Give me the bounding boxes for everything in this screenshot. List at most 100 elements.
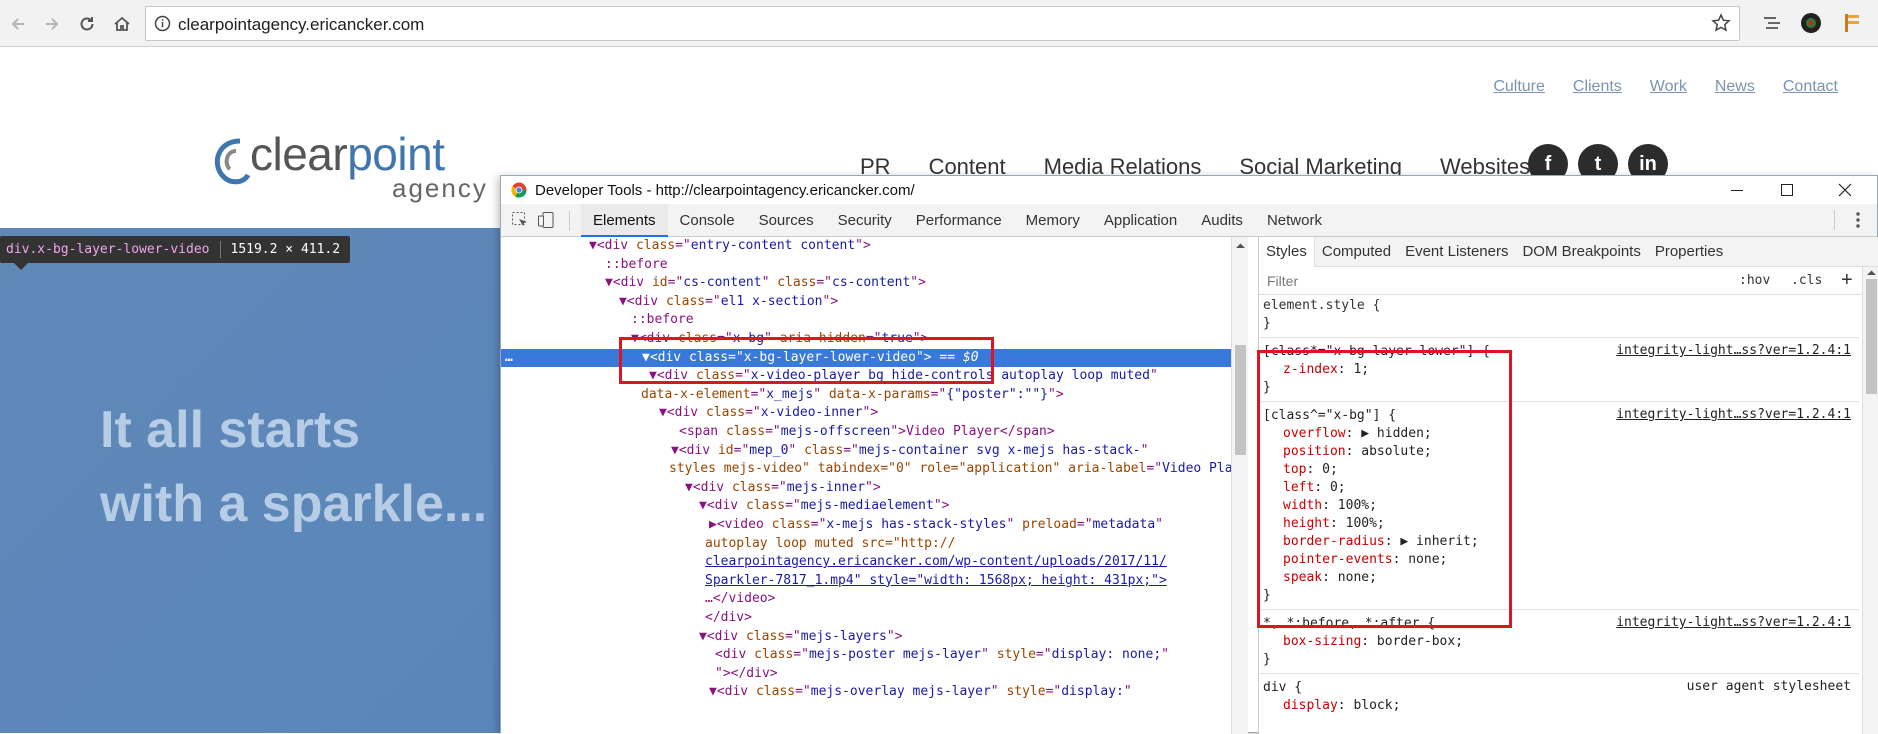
tab-sources[interactable]: Sources	[747, 204, 826, 237]
dom-line[interactable]: "></div>	[715, 665, 778, 683]
subtab-dom-breakpoints[interactable]: DOM Breakpoints	[1515, 237, 1647, 267]
device-toolbar-icon[interactable]	[537, 211, 555, 234]
hero-line-2: with a sparkle...	[100, 475, 488, 533]
dom-line[interactable]: ::before	[631, 311, 694, 329]
elements-dom-tree[interactable]: ▼<div class="x-bg-layer-lower-video"> ==…	[501, 237, 1231, 734]
dom-line[interactable]: ▼<div class="mejs-layers">	[699, 628, 903, 646]
tab-performance[interactable]: Performance	[904, 204, 1014, 237]
tab-audits[interactable]: Audits	[1189, 204, 1255, 237]
styles-scroll-thumb[interactable]	[1866, 279, 1877, 394]
dom-line[interactable]: ::before	[605, 256, 668, 274]
subtab-properties[interactable]: Properties	[1648, 237, 1730, 267]
tab-network[interactable]: Network	[1255, 204, 1334, 237]
close-icon[interactable]	[1835, 180, 1855, 200]
subtab-styles[interactable]: Styles	[1259, 237, 1315, 267]
dom-line[interactable]: <span class="mejs-offscreen">Video Playe…	[679, 423, 1055, 441]
arrow-right-icon	[46, 18, 59, 30]
forward-button[interactable]	[36, 8, 68, 40]
devtools-titlebar: Developer Tools - http://clearpointagenc…	[501, 176, 1877, 204]
nav-link-contact[interactable]: Contact	[1783, 78, 1838, 96]
nav-link-work[interactable]: Work	[1650, 78, 1687, 96]
css-property[interactable]: display: block;	[1283, 697, 1400, 715]
logo-swirl-icon	[215, 138, 251, 185]
rule-separator	[1259, 673, 1859, 674]
rule-separator	[1259, 337, 1859, 338]
scroll-up-icon	[1236, 243, 1245, 248]
dom-line[interactable]: <div class="mejs-poster mejs-layer" styl…	[715, 646, 1169, 664]
dom-line[interactable]: </div>	[705, 609, 752, 627]
styles-filter-input[interactable]: Filter	[1267, 273, 1298, 289]
elements-scrollbar[interactable]	[1231, 237, 1248, 734]
back-button[interactable]	[2, 8, 34, 40]
site-logo[interactable]: clearpoint agency	[208, 128, 488, 203]
dom-line[interactable]: autoplay loop muted src="http://	[705, 535, 955, 553]
extension-flag-icon[interactable]	[1838, 9, 1866, 37]
chrome-logo-icon	[511, 182, 527, 198]
maximize-icon[interactable]	[1777, 180, 1797, 200]
new-rule-button[interactable]: +	[1841, 269, 1853, 292]
nav-link-culture[interactable]: Culture	[1493, 78, 1545, 96]
tooltip-divider	[219, 241, 221, 258]
dom-line[interactable]: …</video>	[705, 590, 775, 608]
nav-link-news[interactable]: News	[1715, 78, 1755, 96]
subtab-computed[interactable]: Computed	[1315, 237, 1398, 267]
tooltip-arrow	[14, 263, 28, 270]
tab-memory[interactable]: Memory	[1014, 204, 1092, 237]
styles-scrollbar[interactable]	[1862, 267, 1878, 734]
dom-line[interactable]: clearpointagency.ericancker.com/wp-conte…	[705, 553, 1167, 571]
css-source-link[interactable]: integrity-light…ss?ver=1.2.4:1	[1616, 615, 1851, 630]
info-icon[interactable]	[154, 15, 171, 37]
user-agent-stylesheet-label: user agent stylesheet	[1686, 679, 1851, 694]
tooltip-selector: div.x-bg-layer-lower-video	[6, 242, 210, 257]
reading-list-icon[interactable]	[1758, 9, 1786, 37]
dom-line[interactable]: ▼<div class="mejs-inner">	[685, 479, 881, 497]
tab-elements[interactable]: Elements	[581, 204, 668, 237]
reload-button[interactable]	[71, 8, 103, 40]
address-bar[interactable]: clearpointagency.ericancker.com	[145, 6, 1740, 41]
devtools-toolbar: Elements Console Sources Security Perfor…	[501, 204, 1877, 237]
dom-line[interactable]: ▼<div id="mep_0" class="mejs-container s…	[671, 442, 1148, 460]
css-line: }	[1263, 652, 1271, 667]
extension-camera-icon[interactable]	[1797, 9, 1825, 37]
inspect-element-icon[interactable]	[511, 211, 529, 234]
node-actions-icon[interactable]: …	[505, 349, 513, 367]
dom-line[interactable]: ▼<div class="mejs-overlay mejs-layer" st…	[709, 683, 1132, 701]
bookmark-star-icon[interactable]	[1711, 13, 1731, 38]
dom-line[interactable]: ▶<video class="x-mejs has-stack-styles" …	[709, 516, 1163, 534]
nav-link-clients[interactable]: Clients	[1573, 78, 1622, 96]
css-source-link[interactable]: integrity-light…ss?ver=1.2.4:1	[1616, 343, 1851, 358]
highlight-dom-node-box	[619, 337, 994, 384]
dom-line[interactable]: ▼<div class="el1 x-section">	[619, 293, 838, 311]
tab-security[interactable]: Security	[826, 204, 904, 237]
dom-line[interactable]: ▼<div id="cs-content" class="cs-content"…	[605, 274, 926, 292]
element-style-selector[interactable]: element.style {	[1263, 297, 1380, 315]
dom-line[interactable]: ▼<div class="entry-content content">	[589, 237, 871, 255]
logo-subtitle: agency	[392, 173, 488, 203]
hov-toggle[interactable]: :hov	[1739, 273, 1770, 288]
css-line: }	[1263, 316, 1271, 331]
dom-line[interactable]: styles mejs-video" tabindex="0" role="ap…	[669, 460, 1231, 478]
dom-line[interactable]: Sparkler-7817_1.mp4" style="width: 1568p…	[705, 572, 1167, 590]
css-selector: div {	[1263, 680, 1303, 695]
css-property[interactable]: box-sizing: border-box;	[1283, 633, 1463, 651]
hero-heading: It all starts with a sparkle...	[100, 393, 487, 541]
cls-toggle[interactable]: .cls	[1791, 273, 1822, 288]
more-options-icon[interactable]	[1855, 211, 1861, 234]
element-inspect-tooltip: div.x-bg-layer-lower-video 1519.2 × 411.…	[0, 236, 351, 263]
css-source-link[interactable]: integrity-light…ss?ver=1.2.4:1	[1616, 407, 1851, 422]
reload-icon	[80, 17, 94, 31]
minimize-icon[interactable]	[1727, 180, 1747, 200]
dom-line[interactable]: data-x-element="x_mejs" data-x-params="{…	[641, 386, 1064, 404]
tab-application[interactable]: Application	[1092, 204, 1189, 237]
dom-line[interactable]: ▼<div class="mejs-mediaelement">	[699, 497, 949, 515]
top-nav: Culture Clients Work News Contact	[1493, 78, 1838, 96]
browser-toolbar: clearpointagency.ericancker.com	[0, 0, 1878, 47]
tab-console[interactable]: Console	[668, 204, 747, 237]
hero-line-1: It all starts	[100, 401, 361, 459]
home-button[interactable]	[106, 8, 138, 40]
styles-filter-bar: Filter :hov .cls +	[1259, 267, 1878, 295]
elements-scroll-thumb[interactable]	[1235, 345, 1246, 455]
dom-line[interactable]: ▼<div class="x-video-inner">	[659, 404, 878, 422]
styles-subtabs: Styles Computed Event Listeners DOM Brea…	[1259, 237, 1878, 267]
subtab-event-listeners[interactable]: Event Listeners	[1398, 237, 1515, 267]
